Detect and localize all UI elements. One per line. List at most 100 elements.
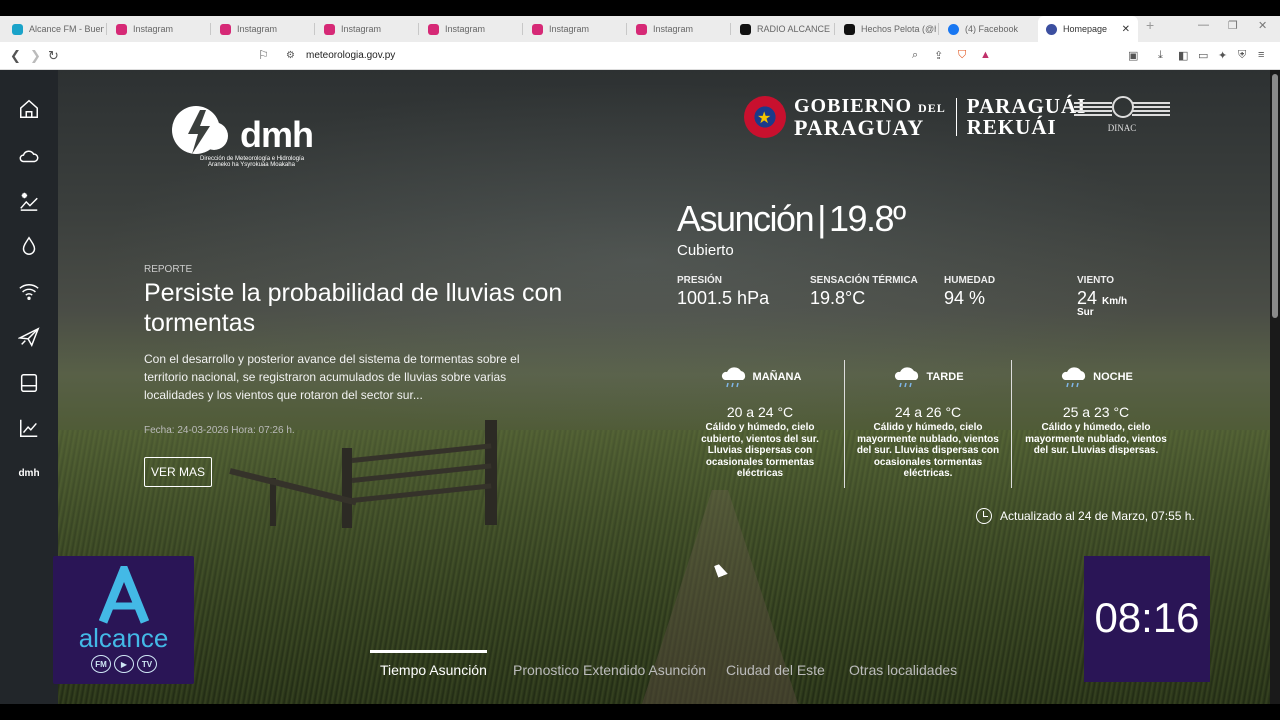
forecast-afternoon: TARDE 24 a 26 °C Cálido y húmedo, cielo …	[853, 360, 1003, 480]
ver-mas-button[interactable]: VER MAS	[144, 457, 212, 487]
tab-ciudad-del-este[interactable]: Ciudad del Este	[726, 662, 825, 678]
new-tab-icon[interactable]: +	[1146, 17, 1154, 33]
stat-value: 24	[1077, 288, 1098, 308]
clock-icon	[976, 508, 992, 524]
browser-tab[interactable]: RADIO ALCANCE FM	[732, 16, 832, 42]
report-title[interactable]: Persiste la probabilidad de lluvias con …	[144, 278, 574, 338]
wallet-icon[interactable]: ▭	[1198, 49, 1208, 62]
browser-tab[interactable]: Instagram	[628, 16, 728, 42]
site-favicon-icon	[12, 23, 23, 35]
address-bar[interactable]: meteorologia.gov.py	[306, 50, 395, 61]
dmh-lightning-cloud-icon	[172, 106, 228, 154]
browser-tab-active[interactable]: Homepage - DMH ✕	[1038, 16, 1138, 42]
vpn-icon[interactable]: ⛨	[1238, 49, 1246, 62]
page-scrollbar[interactable]	[1270, 70, 1280, 704]
climate-icon[interactable]	[16, 188, 42, 214]
report-description: Con el desarrollo y posterior avance del…	[144, 352, 520, 402]
dmh-subtitle-guarani: Araneko ha Ysyrokuaa Moakaha	[208, 162, 295, 168]
instagram-icon	[636, 23, 647, 35]
instagram-icon	[428, 23, 439, 35]
stat-unit: Km/h	[1102, 296, 1128, 307]
period-name: NOCHE	[1093, 371, 1133, 383]
minimize-icon[interactable]: —	[1198, 19, 1209, 31]
browser-tab[interactable]: Instagram	[420, 16, 520, 42]
browser-tab[interactable]: Instagram	[212, 16, 312, 42]
zoom-icon[interactable]: ⌕	[912, 49, 918, 62]
background-fence	[229, 420, 530, 548]
sidebar-dmh-link[interactable]: dmh	[12, 468, 46, 479]
separator: |	[817, 198, 826, 239]
home-icon[interactable]	[16, 96, 42, 122]
cloud-icon[interactable]	[16, 143, 42, 169]
browser-tab[interactable]: Instagram	[316, 16, 416, 42]
maximize-icon[interactable]: ❐	[1228, 19, 1238, 32]
weather-city-temp: Asunción | 19.8º	[677, 198, 906, 240]
gov-name: GOBIERNO DEL PARAGUAY	[794, 95, 946, 140]
instagram-icon	[532, 23, 543, 35]
stat-wind: VIENTO 24 Km/h Sur	[1077, 275, 1127, 318]
period-name: MAÑANA	[752, 371, 802, 383]
tab-tiempo-asuncion[interactable]: Tiempo Asunción	[380, 662, 487, 678]
ai-icon[interactable]: ✦	[1218, 49, 1227, 62]
period-range: 25 a 23 °C	[1062, 404, 1130, 420]
tab-pronostico-extendido[interactable]: Pronostico Extendido Asunción	[513, 662, 706, 678]
period-text: Cálido y húmedo, cielo mayormente nublad…	[1025, 422, 1167, 456]
divider	[1011, 360, 1012, 488]
period-text: Cálido y húmedo, cielo mayormente nublad…	[856, 422, 1000, 479]
site-settings-icon[interactable]: ⚙	[286, 50, 295, 61]
browser-tab[interactable]: (4) Facebook	[940, 16, 1040, 42]
logo-divider	[955, 98, 957, 136]
alcance-pills: FM ▶ TV	[91, 655, 157, 673]
menu-icon[interactable]: ≡	[1258, 49, 1264, 61]
tab-otras-localidades[interactable]: Otras localidades	[849, 662, 957, 678]
stat-humidity: HUMEDAD 94 %	[944, 275, 995, 309]
download-icon[interactable]: ⤓	[1158, 49, 1163, 62]
play-icon: ▶	[114, 655, 134, 673]
browser-tab[interactable]: Instagram	[524, 16, 624, 42]
leo-icon[interactable]: ▣	[1128, 49, 1138, 62]
bookmark-icon[interactable]: ⚐	[258, 48, 269, 62]
browser-tab[interactable]: Alcance FM - Buena	[4, 16, 104, 42]
instagram-icon	[220, 23, 231, 35]
sidebar-toggle-icon[interactable]: ◧	[1178, 49, 1188, 62]
facebook-icon	[948, 23, 959, 35]
rewards-icon[interactable]: ▲	[980, 49, 991, 61]
paraguay-seal-icon: ★	[744, 96, 786, 138]
reload-icon[interactable]: ↻	[48, 48, 59, 64]
current-temp: 19.8º	[828, 198, 906, 239]
tab-label: Homepage - DMH	[1063, 24, 1110, 34]
dinac-label: DINAC	[1107, 123, 1137, 133]
close-window-icon[interactable]: ✕	[1258, 19, 1267, 32]
tab-label: Instagram	[133, 24, 174, 34]
dmh-wordmark: dmh	[240, 114, 314, 155]
tv-badge: TV	[137, 655, 157, 673]
site-sidebar: dmh	[0, 70, 58, 704]
browser-tab[interactable]: Hechos Pelota (@ho	[836, 16, 936, 42]
plane-icon[interactable]	[16, 324, 42, 350]
current-time: 08:16	[1094, 594, 1200, 641]
wifi-icon[interactable]	[16, 278, 42, 304]
dmh-logo[interactable]: dmh Dirección de Meteorología e Hidrolog…	[170, 100, 320, 170]
tab-label: Instagram	[341, 24, 382, 34]
share-icon[interactable]: ⇪	[934, 49, 943, 62]
brave-shield-icon[interactable]: ⛉	[958, 49, 966, 62]
tab-label: Instagram	[445, 24, 486, 34]
instagram-icon	[116, 23, 127, 35]
drop-icon[interactable]	[16, 233, 42, 259]
forecast-morning: MAÑANA 20 a 24 °C Cálido y húmedo, cielo…	[685, 360, 835, 480]
tab-label: RADIO ALCANCE FM	[757, 24, 832, 34]
alcance-logo-overlay: alcance FM ▶ TV	[53, 556, 194, 684]
updated-note: Actualizado al 24 de Marzo, 07:55 h.	[976, 508, 1195, 524]
period-range: 24 a 26 °C	[894, 404, 962, 420]
rain-cloud-icon	[1062, 367, 1086, 388]
stat-value: 19.8°C	[810, 288, 866, 308]
gobierno-logo[interactable]: ★ GOBIERNO DEL PARAGUAY PARAGUÁI REKUÁI	[744, 95, 1086, 139]
back-icon[interactable]: ❮	[10, 48, 21, 64]
chart-icon[interactable]	[16, 415, 42, 441]
close-tab-icon[interactable]: ✕	[1122, 24, 1130, 35]
browser-tab[interactable]: Instagram	[108, 16, 208, 42]
stat-value: 94 %	[944, 288, 986, 308]
forward-icon[interactable]: ❯	[30, 48, 41, 64]
tablet-icon[interactable]	[16, 370, 42, 396]
dinac-logo[interactable]: DINAC	[1074, 96, 1170, 136]
